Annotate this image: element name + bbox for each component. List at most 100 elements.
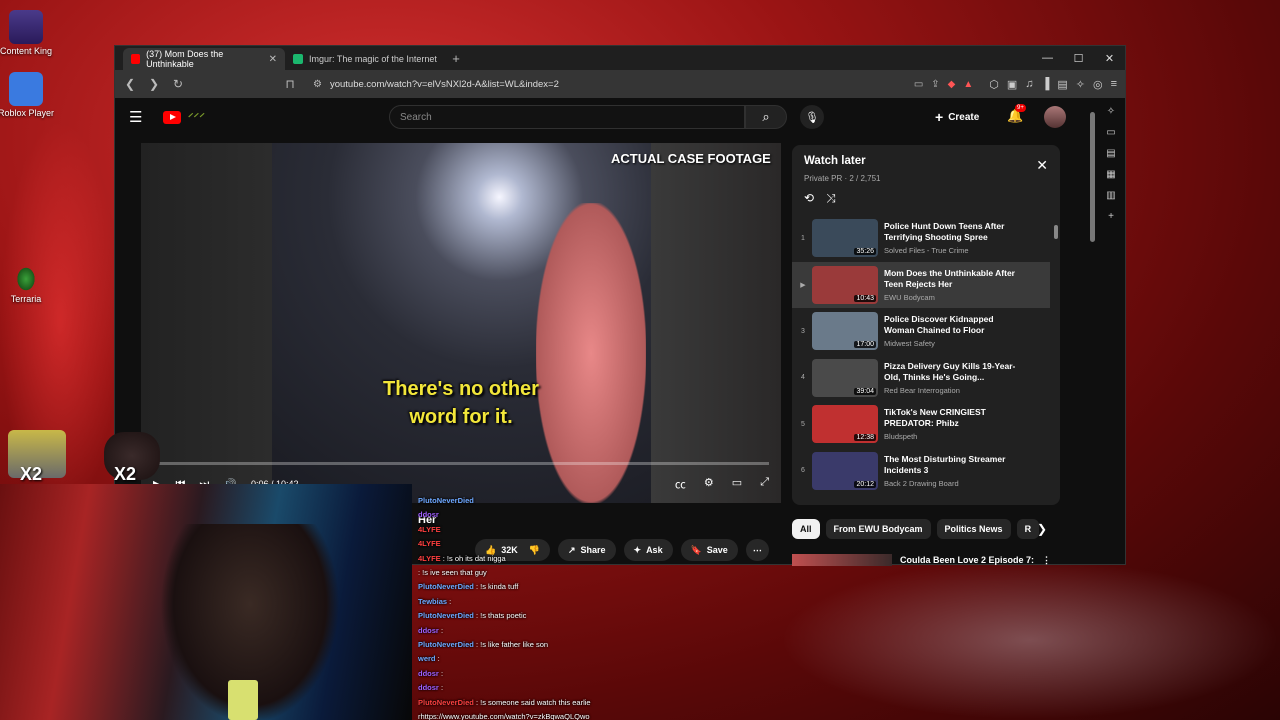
minimize-icon[interactable]: — [1032, 46, 1063, 70]
chips-next-icon[interactable]: ❯ [1037, 522, 1047, 536]
microphone-icon: 🎙 [805, 111, 819, 124]
video-meta: Mom Does the Unthinkable After Teen Reje… [884, 268, 1016, 302]
screenshot-icon[interactable]: ▣ [1007, 78, 1017, 91]
stream-overlay-badges: X2 X2 [6, 426, 166, 484]
forward-icon[interactable]: ❯ [147, 77, 161, 91]
reading-list-icon[interactable]: ▭ [1106, 127, 1115, 138]
video-person [536, 203, 646, 503]
more-actions-button[interactable]: ⋯ [745, 539, 769, 561]
share-page-icon[interactable]: ⇪ [931, 79, 939, 90]
more-options-icon[interactable]: ⋮ [1042, 555, 1051, 566]
close-window-icon[interactable]: ✕ [1094, 46, 1125, 70]
video-meta: TikTok's New CRINGIEST PREDATOR: Phibz Bl… [884, 407, 1016, 441]
playlist-item[interactable]: ▶ 10:43 Mom Does the Unthinkable After Tee… [792, 261, 1050, 308]
tab-imgur[interactable]: Imgur: The magic of the Internet [285, 48, 445, 70]
chat-message: PlutoNeverDied : !s kinda tuff [418, 580, 658, 594]
tab-bar: (37) Mom Does the Unthinkable ✕ Imgur: T… [115, 46, 1125, 70]
captions-icon[interactable]: ㏄ [675, 476, 686, 492]
tab-youtube[interactable]: (37) Mom Does the Unthinkable ✕ [123, 48, 285, 70]
desktop-icon-roblox[interactable]: Roblox Player [0, 72, 56, 118]
playlist-scrollbar[interactable] [1054, 215, 1058, 505]
watch-later-panel: Watch later Private PR · 2 / 2,751 ✕ ⟲ ⤨… [792, 145, 1060, 505]
playlist-item[interactable]: 5 12:38 TikTok's New CRINGIEST PREDATOR: P… [792, 401, 1050, 448]
chat-username: 4LYFE [418, 524, 441, 534]
menu-icon[interactable]: ≡ [1111, 78, 1117, 91]
leo-icon[interactable]: ✧ [1076, 78, 1085, 91]
wallet-icon[interactable]: ▤ [1057, 78, 1067, 91]
chat-text: : !s thats poetic [475, 611, 527, 621]
fullscreen-icon[interactable]: ⤢ [760, 476, 769, 492]
playlist-title[interactable]: Watch later [804, 155, 866, 167]
theater-mode-icon[interactable]: ▭ [732, 476, 742, 492]
playlist-index: 3 [801, 327, 805, 335]
chat-text: : [449, 596, 452, 606]
create-button[interactable]: + Create [935, 106, 979, 128]
maximize-icon[interactable]: ☐ [1063, 46, 1094, 70]
window-controls: — ☐ ✕ [1032, 46, 1125, 70]
add-panel-icon[interactable]: + [1108, 211, 1114, 222]
video-player[interactable]: ACTUAL CASE FOOTAGE There's no other wor… [141, 143, 781, 503]
extension-icon[interactable]: ⬡ [989, 78, 999, 91]
youtube-logo[interactable]: ᐟᐟᐟ [163, 110, 204, 124]
filter-chip[interactable]: Politics News [936, 519, 1011, 539]
video-thumbnail: 39:04 [812, 358, 878, 397]
brave-shield-icon[interactable]: ◆ [948, 79, 956, 90]
notifications-button[interactable]: 🔔 9+ [1007, 104, 1026, 124]
video-thumbnail: 35:26 [812, 219, 878, 258]
sidebar-toggle-icon[interactable]: ▐ [1042, 78, 1050, 91]
page-scrollbar[interactable] [1090, 106, 1095, 556]
filter-chip[interactable]: R [1016, 519, 1040, 539]
video-title: Mom Does the Unthinkable After Teen Reje… [884, 267, 1015, 289]
search-button[interactable]: ⌕ [745, 105, 787, 129]
tab-close-icon[interactable]: ✕ [269, 54, 277, 65]
loop-icon[interactable]: ⟲ [804, 191, 814, 206]
hamburger-menu-icon[interactable]: ☰ [129, 108, 149, 126]
playlist-item[interactable]: 3 17:00 Police Discover Kidnapped Woman Ch… [792, 308, 1050, 355]
filter-chip[interactable]: All [792, 519, 820, 539]
settings-icon[interactable]: ⚙ [704, 476, 714, 492]
chat-username: ddosr [418, 510, 439, 520]
new-tab-button[interactable]: + [445, 48, 467, 70]
wallet-side-icon[interactable]: ▤ [1106, 148, 1115, 159]
chat-message: ddosr [418, 508, 658, 522]
chat-username: PlutoNeverDied [418, 611, 474, 621]
video-progress-bar[interactable] [153, 462, 769, 465]
leo-ai-icon[interactable]: ✧ [1107, 106, 1115, 117]
cup [228, 680, 258, 720]
save-button[interactable]: 🔖 Save [680, 539, 738, 561]
channel-name: Red Bear Interrogation [884, 385, 960, 395]
recommended-video[interactable]: Coulda Been Love 2 Episode 7: ⋮ [792, 554, 1060, 566]
channel-name: Midwest Safety [884, 339, 935, 349]
chat-message: 4LYFE : !s oh its dat nigga [418, 552, 658, 566]
reload-icon[interactable]: ↻ [171, 77, 185, 91]
video-thumbnail: 20:12 [812, 451, 878, 490]
filter-chip[interactable]: From EWU Bodycam [825, 519, 931, 539]
playlist-item[interactable]: 6 20:12 The Most Disturbing Streamer Incid… [792, 448, 1050, 495]
site-info-icon[interactable]: ⚙ [313, 79, 322, 90]
shuffle-icon[interactable]: ⤨ [826, 191, 836, 206]
vpn-icon[interactable]: ◎ [1093, 78, 1103, 91]
music-icon[interactable]: ♫ [1025, 78, 1033, 91]
chat-message: ddosr : [418, 667, 658, 681]
playlist-item[interactable]: 4 39:04 Pizza Delivery Guy Kills 19-Year-O… [792, 355, 1050, 402]
reader-icon[interactable]: ▥ [1106, 190, 1115, 201]
chat-text: : !s ive seen that guy [418, 568, 487, 578]
background-glow [780, 560, 1280, 720]
url-field[interactable]: ⚙ youtube.com/watch?v=elVsNXl2d-A&list=W… [307, 74, 979, 94]
chat-username: werd [418, 654, 436, 664]
close-playlist-icon[interactable]: ✕ [1036, 157, 1048, 174]
voice-search-button[interactable]: 🎙 [800, 105, 824, 129]
avatar[interactable] [1044, 106, 1066, 128]
cast-icon[interactable]: ▭ [914, 79, 923, 90]
search-input[interactable]: Search [389, 105, 745, 129]
desktop-icon-terraria[interactable]: Terraria [0, 266, 56, 304]
video-title: The Most Disturbing Streamer Incidents 3 [884, 453, 1006, 475]
desktop-icon-content-king[interactable]: Content King [0, 10, 56, 56]
search-icon: ⌕ [762, 109, 770, 124]
rewards-icon[interactable]: ▲ [963, 79, 973, 90]
bookmark-icon[interactable]: ⊓ [283, 77, 297, 91]
save-label: Save [706, 545, 728, 555]
playlist-item[interactable]: 1 35:26 Police Hunt Down Teens After Terri… [792, 215, 1050, 262]
back-icon[interactable]: ❮ [123, 77, 137, 91]
bookmarks-icon[interactable]: ▦ [1106, 169, 1115, 180]
